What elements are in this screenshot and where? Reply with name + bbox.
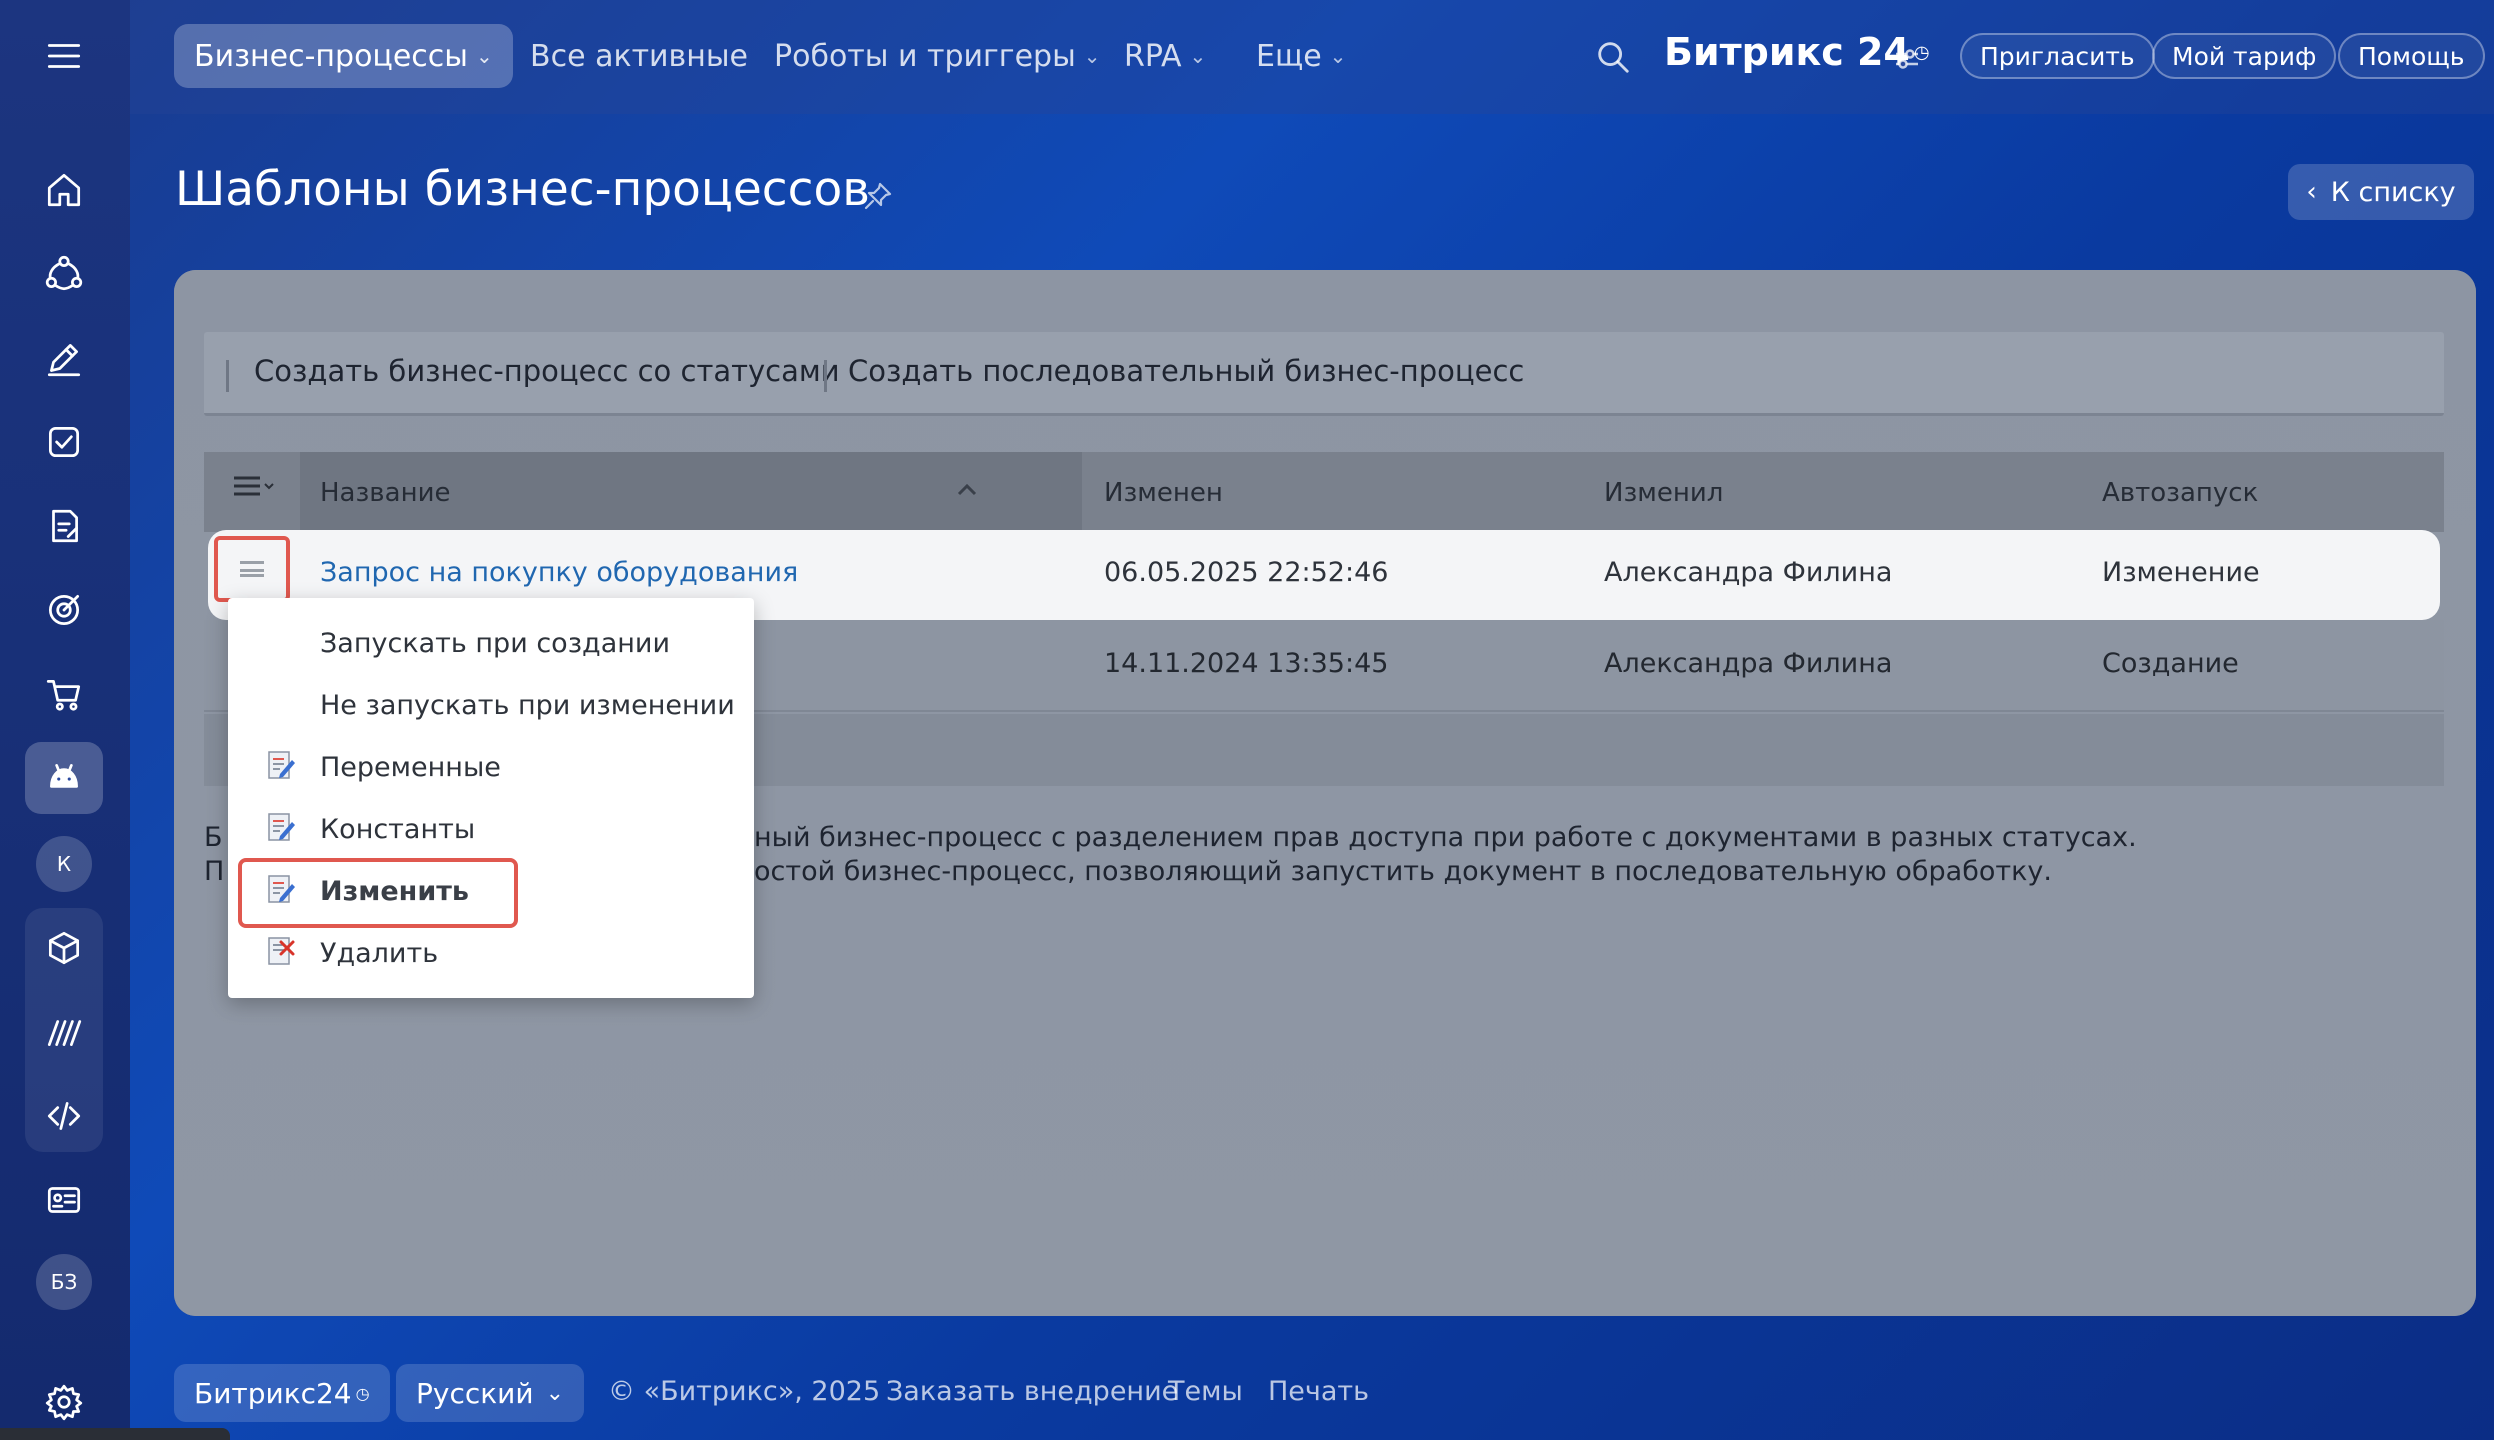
- modified-by: Александра Филина: [1604, 648, 1893, 679]
- table-header: Название Изменен Изменил Автозапуск: [204, 452, 2444, 532]
- language-label: Русский: [416, 1376, 534, 1410]
- sliders-settings-icon[interactable]: [1892, 44, 1922, 74]
- chevron-down-icon: ⌄: [1189, 44, 1207, 68]
- nav-label: RPA: [1124, 38, 1182, 74]
- description-line-2-start: П: [204, 856, 225, 887]
- create-sequential-process-button[interactable]: Создать последовательный бизнес-процесс: [848, 354, 1524, 388]
- language-select[interactable]: Русский ⌄: [396, 1364, 584, 1422]
- autostart-value: Создание: [2102, 648, 2239, 679]
- column-header-author[interactable]: Изменил: [1604, 478, 1723, 508]
- toolbar-separator: [824, 360, 827, 392]
- brand-logo[interactable]: Битрикс 24 ◷: [1664, 30, 1930, 74]
- modified-by: Александра Филина: [1604, 557, 1893, 588]
- modified-date: 06.05.2025 22:52:46: [1104, 557, 1389, 588]
- pin-icon[interactable]: [862, 180, 894, 212]
- home-icon[interactable]: [25, 154, 103, 226]
- row-actions-button[interactable]: [214, 536, 290, 602]
- context-menu: Запускать при создании Не запускать при …: [228, 598, 754, 998]
- chevron-left-icon: ‹: [2306, 177, 2317, 207]
- avatar-bz[interactable]: БЗ: [36, 1254, 92, 1310]
- nav-label: Роботы и триггеры: [774, 38, 1076, 74]
- avatar-k[interactable]: К: [36, 836, 92, 892]
- chevron-down-icon: ⌄: [475, 44, 493, 68]
- menu-item-edit[interactable]: Изменить: [320, 876, 469, 907]
- toolbar: Создать бизнес-процесс со статусами Созд…: [204, 332, 2444, 416]
- order-implementation-link[interactable]: Заказать внедрение: [886, 1376, 1178, 1407]
- create-status-process-button[interactable]: Создать бизнес-процесс со статусами: [254, 354, 840, 388]
- box-icon[interactable]: [25, 912, 103, 984]
- process-name-link[interactable]: Запрос на покупку оборудования: [320, 557, 798, 588]
- menu-item-no-run-on-change[interactable]: Не запускать при изменении: [320, 690, 735, 721]
- edit-doc-icon: [268, 751, 295, 779]
- themes-link[interactable]: Темы: [1168, 1376, 1243, 1407]
- footer-brand-text: Битрикс24: [194, 1376, 352, 1410]
- help-button[interactable]: Помощь: [2338, 33, 2485, 79]
- brand-text: Битрикс 24: [1664, 30, 1910, 74]
- back-to-list-button[interactable]: ‹ К списку: [2288, 164, 2474, 220]
- menu-item-delete[interactable]: Удалить: [320, 938, 438, 969]
- my-tariff-button[interactable]: Мой тариф: [2152, 33, 2337, 79]
- developer-code-icon[interactable]: [25, 1080, 103, 1152]
- back-label: К списку: [2330, 176, 2456, 208]
- clock-icon: ◷: [355, 1383, 370, 1403]
- menu-item-variables[interactable]: Переменные: [320, 752, 501, 783]
- footer-brand-button[interactable]: Битрикс24 ◷: [174, 1364, 390, 1422]
- signals-icon[interactable]: [25, 996, 103, 1068]
- chevron-down-icon: ⌄: [545, 1380, 564, 1406]
- column-settings-icon[interactable]: [232, 472, 276, 502]
- description-line-1: ный бизнес-процесс с разделением прав до…: [754, 822, 2137, 853]
- print-link[interactable]: Печать: [1268, 1376, 1369, 1407]
- nav-label: Бизнес-процессы: [194, 38, 468, 74]
- status-url-bar: [0, 1428, 230, 1440]
- edit-doc-icon: [268, 875, 295, 903]
- id-card-icon[interactable]: [25, 1164, 103, 1236]
- page-title: Шаблоны бизнес-процессов: [175, 162, 870, 217]
- automation-robot-icon[interactable]: [25, 742, 103, 814]
- description-line-2: остой бизнес-процесс, позволяющий запуст…: [754, 856, 2052, 887]
- nav-label: Еще: [1256, 38, 1322, 74]
- chevron-down-icon: ⌄: [1083, 44, 1101, 68]
- sort-asc-icon[interactable]: [956, 482, 978, 498]
- nav-robots-triggers[interactable]: Роботы и триггеры ⌄: [774, 24, 1101, 88]
- menu-item-run-on-create[interactable]: Запускать при создании: [320, 628, 670, 659]
- menu-burger-icon[interactable]: [25, 20, 103, 92]
- left-sidebar: К БЗ: [0, 0, 130, 1440]
- pen-icon[interactable]: [25, 322, 103, 394]
- menu-icon: [240, 561, 264, 577]
- nav-label: Все активные: [530, 38, 748, 74]
- delete-doc-icon: [268, 937, 295, 965]
- copyright-text: © «Битрикс», 2025: [608, 1376, 881, 1407]
- autostart-value: Изменение: [2102, 557, 2260, 588]
- modified-date: 14.11.2024 13:35:45: [1104, 648, 1389, 679]
- column-header-autostart[interactable]: Автозапуск: [2102, 478, 2258, 508]
- column-header-name[interactable]: Название: [320, 478, 450, 508]
- nav-all-active[interactable]: Все активные: [530, 24, 748, 88]
- search-icon[interactable]: [1594, 38, 1632, 76]
- description-line-1-start: Б: [204, 822, 223, 853]
- nav-business-processes[interactable]: Бизнес-процессы ⌄: [174, 24, 513, 88]
- menu-item-constants[interactable]: Константы: [320, 814, 475, 845]
- nav-more[interactable]: Еще ⌄: [1256, 24, 1346, 88]
- documents-icon[interactable]: [25, 490, 103, 562]
- chevron-down-icon: ⌄: [1329, 44, 1347, 68]
- toolbar-separator: [226, 360, 229, 392]
- tasks-icon[interactable]: [25, 406, 103, 478]
- crm-icon[interactable]: [25, 238, 103, 310]
- invite-button[interactable]: Пригласить: [1960, 33, 2155, 79]
- nav-rpa[interactable]: RPA ⌄: [1124, 24, 1206, 88]
- shop-cart-icon[interactable]: [25, 658, 103, 730]
- column-header-modified[interactable]: Изменен: [1104, 478, 1223, 508]
- goal-icon[interactable]: [25, 574, 103, 646]
- edit-doc-icon: [268, 813, 295, 841]
